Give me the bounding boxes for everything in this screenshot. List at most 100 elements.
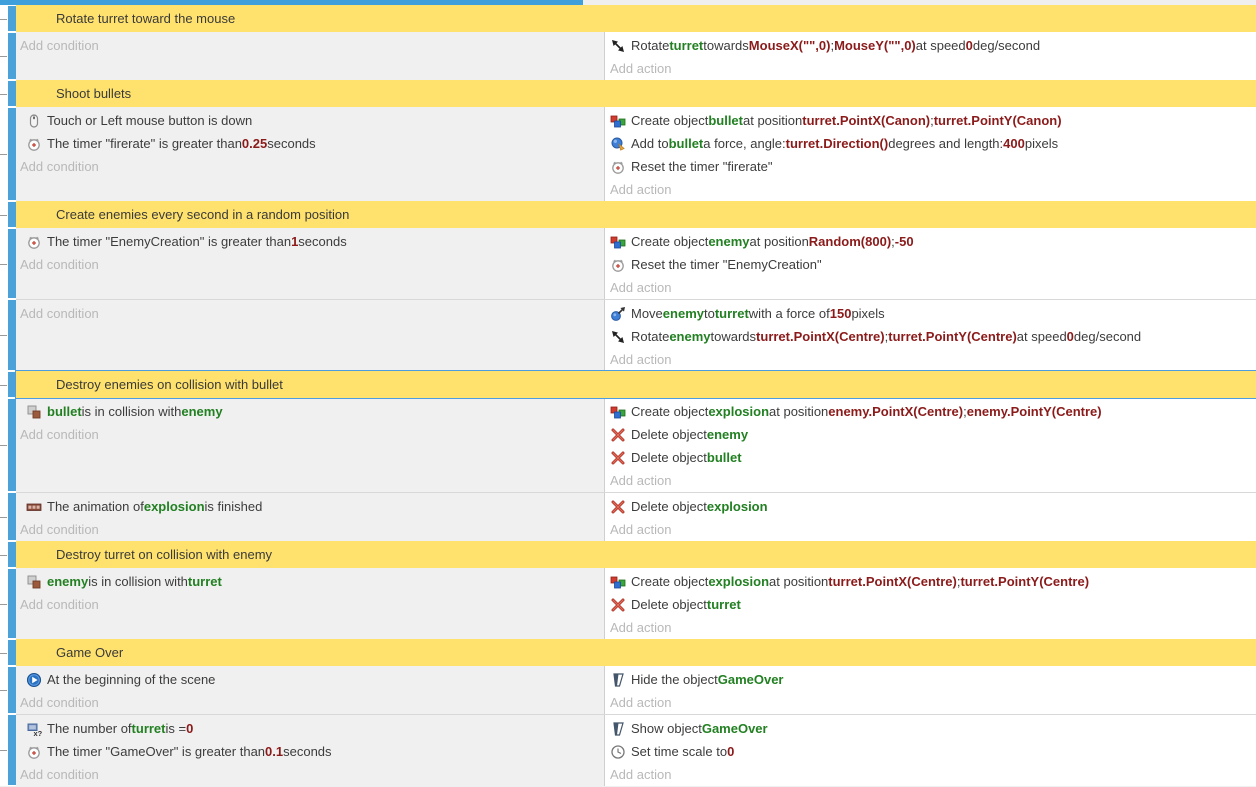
event-content: x?The number of turret is = 0The timer "…: [16, 714, 1256, 786]
object-name: turret: [132, 721, 166, 736]
comment-header[interactable]: Shoot bullets: [16, 80, 1256, 107]
action-line[interactable]: Create object bullet at position turret.…: [605, 109, 1256, 132]
action-line[interactable]: Rotate enemy towards turret.PointX(Centr…: [605, 325, 1256, 348]
add-action-button[interactable]: Add action: [605, 518, 1256, 541]
instruction-text: Delete object: [631, 499, 707, 514]
object-name: bullet: [707, 450, 742, 465]
add-action-button[interactable]: Add action: [605, 178, 1256, 201]
event-selection-strip[interactable]: [8, 715, 16, 785]
action-line[interactable]: Create object enemy at position Random(8…: [605, 230, 1256, 253]
event-content: The timer "EnemyCreation" is greater tha…: [16, 228, 1256, 299]
event-selection-strip[interactable]: [8, 493, 16, 540]
create-icon: [610, 113, 626, 129]
add-condition-button[interactable]: Add condition: [16, 518, 604, 541]
instruction-text: deg/second: [973, 38, 1040, 53]
tree-tick: [0, 154, 7, 155]
action-line[interactable]: Create object explosion at position turr…: [605, 570, 1256, 593]
action-line[interactable]: Rotate turret towards MouseX("",0);Mouse…: [605, 34, 1256, 57]
event-selection-strip[interactable]: [8, 81, 16, 106]
add-condition-button[interactable]: Add condition: [16, 691, 604, 714]
actions-column: Create object bullet at position turret.…: [605, 107, 1256, 201]
instruction-text: at position: [769, 404, 828, 419]
add-condition-button[interactable]: Add condition: [16, 253, 604, 276]
add-condition-button[interactable]: Add condition: [16, 763, 604, 786]
event-selection-strip[interactable]: [8, 640, 16, 665]
add-action-button[interactable]: Add action: [605, 469, 1256, 492]
delete-icon: [610, 597, 626, 613]
actions-column: Create object enemy at position Random(8…: [605, 228, 1256, 299]
delete-icon: [610, 499, 626, 515]
add-action-button[interactable]: Add action: [605, 348, 1256, 371]
tree-gutter: [0, 201, 8, 228]
conditions-column: x?The number of turret is = 0The timer "…: [16, 715, 605, 786]
event-selection-strip[interactable]: [8, 667, 16, 713]
condition-line[interactable]: At the beginning of the scene: [16, 668, 604, 691]
event-selection-strip[interactable]: [8, 372, 16, 397]
object-name: turret: [707, 597, 741, 612]
parameter-value: turret.PointX(Centre): [756, 329, 885, 344]
add-action-button[interactable]: Add action: [605, 763, 1256, 786]
add-action-button[interactable]: Add action: [605, 616, 1256, 639]
add-action-button[interactable]: Add action: [605, 57, 1256, 80]
action-line[interactable]: Move enemy to turret with a force of 150…: [605, 302, 1256, 325]
action-line[interactable]: Hide the object GameOver: [605, 668, 1256, 691]
comment-header[interactable]: Create enemies every second in a random …: [16, 201, 1256, 228]
add-action-button[interactable]: Add action: [605, 276, 1256, 299]
comment-block: Destroy enemies on collision with bullet: [0, 371, 1256, 398]
action-line[interactable]: Create object explosion at position enem…: [605, 400, 1256, 423]
condition-line[interactable]: The timer "EnemyCreation" is greater tha…: [16, 230, 604, 253]
event-selection-strip[interactable]: [8, 108, 16, 200]
add-condition-button[interactable]: Add condition: [16, 593, 604, 616]
object-name: bullet: [47, 404, 82, 419]
tree-gutter: [0, 80, 8, 107]
condition-line[interactable]: The animation of explosion is finished: [16, 495, 604, 518]
condition-line[interactable]: bullet is in collision with enemy: [16, 400, 604, 423]
action-line[interactable]: Reset the timer "firerate": [605, 155, 1256, 178]
action-line[interactable]: Set time scale to 0: [605, 740, 1256, 763]
event-selection-strip[interactable]: [8, 399, 16, 491]
action-line[interactable]: Delete object turret: [605, 593, 1256, 616]
condition-line[interactable]: enemy is in collision with turret: [16, 570, 604, 593]
tree-gutter: [0, 568, 8, 639]
event-content: Touch or Left mouse button is downThe ti…: [16, 107, 1256, 201]
action-line[interactable]: Add to bullet a force, angle: turret.Dir…: [605, 132, 1256, 155]
action-line[interactable]: Delete object enemy: [605, 423, 1256, 446]
condition-line[interactable]: The timer "GameOver" is greater than 0.1…: [16, 740, 604, 763]
action-line[interactable]: Reset the timer "EnemyCreation": [605, 253, 1256, 276]
add-condition-button[interactable]: Add condition: [16, 302, 604, 325]
object-name: GameOver: [702, 721, 768, 736]
comment-header[interactable]: Rotate turret toward the mouse: [16, 5, 1256, 32]
add-condition-button[interactable]: Add condition: [16, 423, 604, 446]
event-selection-strip[interactable]: [8, 300, 16, 370]
condition-line[interactable]: x?The number of turret is = 0: [16, 717, 604, 740]
comment-header[interactable]: Game Over: [16, 639, 1256, 666]
actions-column: Rotate turret towards MouseX("",0);Mouse…: [605, 32, 1256, 80]
event-selection-strip[interactable]: [8, 229, 16, 298]
conditions-column: Add condition: [16, 300, 605, 371]
action-line[interactable]: Show object GameOver: [605, 717, 1256, 740]
parameter-value: enemy.PointX(Centre): [828, 404, 963, 419]
condition-line[interactable]: Touch or Left mouse button is down: [16, 109, 604, 132]
action-line[interactable]: Delete object explosion: [605, 495, 1256, 518]
object-name: enemy: [669, 329, 710, 344]
add-condition-button[interactable]: Add condition: [16, 34, 604, 57]
event-selection-strip[interactable]: [8, 6, 16, 31]
condition-line[interactable]: The timer "firerate" is greater than 0.2…: [16, 132, 604, 155]
event-selection-strip[interactable]: [8, 569, 16, 638]
add-condition-button[interactable]: Add condition: [16, 155, 604, 178]
force-icon: [610, 136, 626, 152]
rotate-icon: [610, 38, 626, 54]
event-block: Touch or Left mouse button is downThe ti…: [0, 107, 1256, 201]
instruction-text: Move: [631, 306, 663, 321]
event-selection-strip[interactable]: [8, 33, 16, 79]
event-selection-strip[interactable]: [8, 202, 16, 227]
action-line[interactable]: Delete object bullet: [605, 446, 1256, 469]
event-selection-strip[interactable]: [8, 542, 16, 567]
tree-tick: [0, 653, 7, 654]
parameter-value: MouseY("",0): [834, 38, 916, 53]
instruction-text: is =: [166, 721, 187, 736]
comment-header[interactable]: Destroy turret on collision with enemy: [16, 541, 1256, 568]
svg-text:x?: x?: [34, 729, 43, 737]
add-action-button[interactable]: Add action: [605, 691, 1256, 714]
comment-header[interactable]: Destroy enemies on collision with bullet: [16, 371, 1256, 398]
